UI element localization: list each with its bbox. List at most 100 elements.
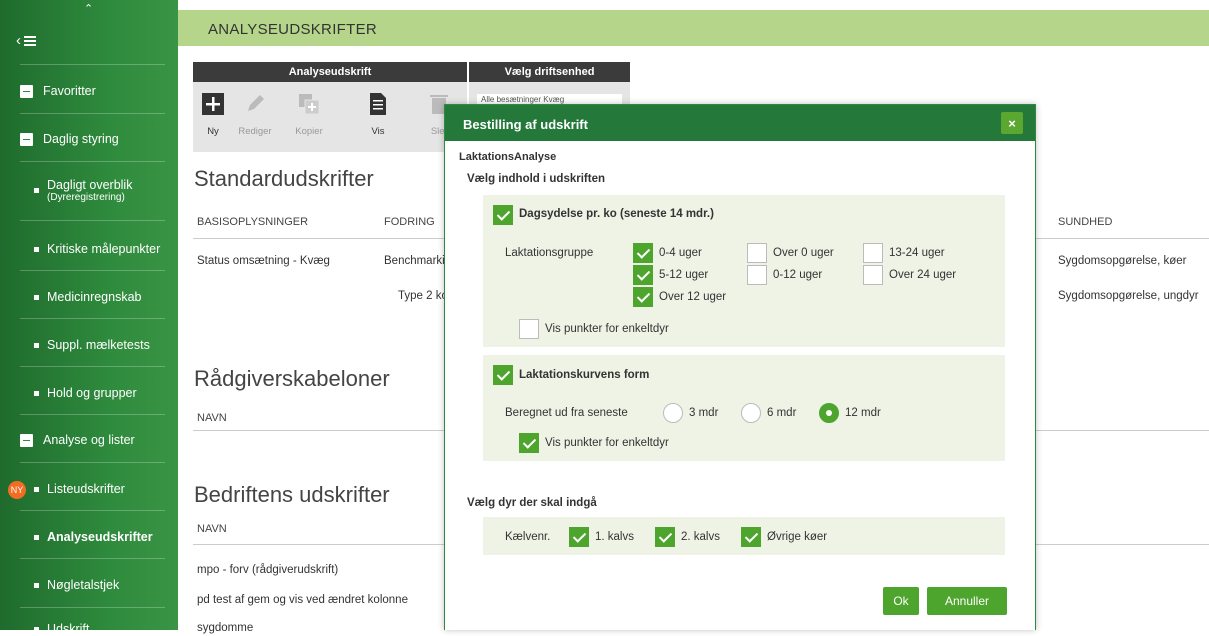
divider [20, 64, 165, 65]
table-row[interactable]: mpo - forv (rådgiverudskrift) [197, 564, 338, 576]
points-checkbox[interactable] [519, 433, 539, 453]
group-option-label: 5-12 uger [659, 269, 709, 281]
ok-button[interactable]: Ok [883, 587, 919, 615]
divider [20, 558, 165, 559]
calving-checkbox[interactable] [741, 527, 761, 547]
sidebar-item-dagligt-overblik[interactable]: Dagligt overblik (Dyreregistrering) [20, 178, 165, 203]
sidebar-item-label: Dagligt overblik (Dyreregistrering) [47, 178, 132, 203]
new-button[interactable]: Ny [193, 92, 233, 137]
group-checkbox[interactable] [633, 243, 653, 263]
cancel-button[interactable]: Annuller [927, 587, 1007, 615]
radio-label: 6 mdr [767, 407, 797, 419]
sidebar-item-daglig-styring[interactable]: Daglig styring [20, 132, 165, 146]
group-checkbox[interactable] [747, 265, 767, 285]
divider [20, 270, 165, 271]
sidebar-item-analyse-og-lister[interactable]: Analyse og lister [20, 433, 165, 447]
bullet-icon [34, 626, 39, 632]
sidebar-item-analyseudskrifter[interactable]: Analyseudskrifter [20, 530, 165, 544]
calving-checkbox[interactable] [569, 527, 589, 547]
column-header: SUNDHED [1058, 216, 1113, 228]
sidebar-item-label: Favoritter [43, 84, 96, 98]
collapse-icon [20, 433, 33, 447]
chevron-left-icon: ‹ [16, 32, 21, 49]
dialog-subtitle: LaktationsAnalyse [459, 151, 557, 163]
group-checkbox[interactable] [747, 243, 767, 263]
dialog-title: Bestilling af udskrift [463, 117, 588, 132]
collapse-icon [20, 132, 33, 146]
animals-section: Kælvenr. 1. kalvs 2. kalvs Øvrige køer [483, 517, 1005, 555]
collapse-icon [20, 84, 33, 98]
sidebar-item-title: Dagligt overblik [47, 178, 133, 192]
report-link[interactable]: Sygdomsopgørelse, ungdyr [1058, 290, 1199, 302]
points-checkbox[interactable] [519, 319, 539, 339]
daily-yield-checkbox[interactable] [493, 205, 513, 225]
group-checkbox[interactable] [863, 265, 883, 285]
copy-icon [298, 92, 320, 116]
divider [20, 220, 165, 221]
table-row[interactable]: pd test af gem og vis ved ændret kolonne [197, 594, 408, 606]
company-heading: Bedriftens udskrifter [194, 482, 390, 507]
points-label: Vis punkter for enkeltdyr [545, 437, 669, 449]
group-checkbox[interactable] [633, 287, 653, 307]
calving-option-label: 2. kalvs [681, 531, 720, 543]
radio-label: 3 mdr [689, 407, 719, 419]
copy-button[interactable]: Kopier [289, 92, 329, 137]
curve-shape-checkbox[interactable] [493, 365, 513, 385]
unit-header: Vælg driftsenhed [469, 62, 630, 82]
radio-button[interactable] [741, 403, 761, 423]
bullet-icon [34, 534, 39, 540]
sidebar-item-favoritter[interactable]: Favoritter [20, 84, 165, 98]
divider [20, 113, 165, 114]
bullet-icon [34, 188, 39, 193]
unit-panel: Alle besætninger Kvæg [469, 82, 630, 108]
plus-icon [202, 92, 224, 116]
report-link[interactable]: Sygdomsopgørelse, køer [1058, 255, 1186, 267]
radio-label: 12 mdr [845, 407, 881, 419]
group-option-label: Over 0 uger [773, 247, 834, 259]
calving-checkbox[interactable] [655, 527, 675, 547]
sidebar-item-label: Analyse og lister [43, 433, 135, 447]
bullet-icon [34, 342, 39, 348]
group-option-label: Over 12 uger [659, 291, 727, 303]
sidebar-item-label: Udskrift [47, 622, 90, 636]
close-button[interactable]: × [1001, 112, 1023, 134]
sidebar-item-label: Medicinregnskab [47, 290, 142, 304]
group-checkbox[interactable] [863, 243, 883, 263]
sidebar-item-kritiske-maalepunkter[interactable]: Kritiske målepunkter [20, 242, 165, 256]
group-option-label: 0-4 uger [659, 247, 702, 259]
radio-button[interactable] [819, 403, 839, 423]
edit-button[interactable]: Rediger [235, 92, 275, 137]
sidebar-item-suppl-maelketests[interactable]: Suppl. mælketests [20, 338, 165, 352]
sidebar-item-noegletalstjek[interactable]: Nøgletalstjek [20, 578, 165, 592]
column-header: NAVN [197, 523, 227, 535]
divider [20, 510, 165, 511]
column-header: BASISOPLYSNINGER [197, 216, 309, 228]
report-link[interactable]: Status omsætning - Kvæg [197, 255, 330, 267]
radio-button[interactable] [663, 403, 683, 423]
sidebar-item-label: Suppl. mælketests [47, 338, 150, 352]
sidebar-item-listeudskrifter[interactable]: Listeudskrifter [20, 482, 165, 496]
points-label: Vis punkter for enkeltdyr [545, 323, 669, 335]
animals-label: Vælg dyr der skal indgå [467, 497, 597, 509]
bullet-icon [34, 582, 39, 588]
column-header: NAVN [197, 412, 227, 424]
bullet-icon [34, 390, 39, 396]
divider [20, 462, 165, 463]
sidebar-item-label: Listeudskrifter [47, 482, 125, 496]
view-button[interactable]: Vis [358, 92, 398, 137]
page-title: ANALYSEUDSKRIFTER [208, 21, 378, 38]
sidebar-item-udskrift[interactable]: Udskrift [20, 622, 165, 636]
unit-select-value: Alle besætninger Kvæg [481, 95, 565, 104]
sidebar-item-medicinregnskab[interactable]: Medicinregnskab [20, 290, 165, 304]
sidebar-item-label: Hold og grupper [47, 386, 137, 400]
chevron-up-icon[interactable]: ⌃ [84, 2, 93, 15]
collapse-menu-button[interactable]: ‹ [16, 32, 36, 49]
bullet-icon [34, 486, 39, 492]
dialog-header: Bestilling af udskrift × [445, 105, 1035, 141]
divider [20, 366, 165, 367]
table-row[interactable]: sygdomme [197, 622, 253, 634]
section-label: Laktationskurvens form [519, 369, 650, 381]
sidebar-item-hold-og-grupper[interactable]: Hold og grupper [20, 386, 165, 400]
group-checkbox[interactable] [633, 265, 653, 285]
content-label: Vælg indhold i udskriften [467, 173, 605, 185]
